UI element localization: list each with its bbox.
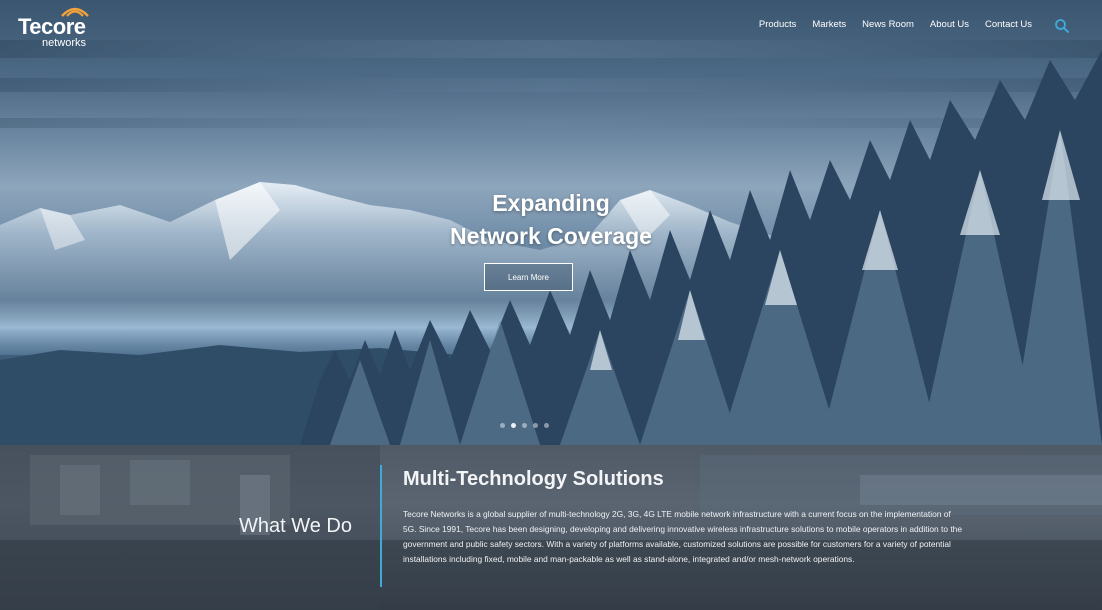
slider-dot-1[interactable] <box>500 423 505 428</box>
slider-dot-4[interactable] <box>533 423 538 428</box>
nav-products[interactable]: Products <box>759 19 797 30</box>
nav-markets[interactable]: Markets <box>812 19 846 30</box>
slider-dots <box>500 423 549 428</box>
nav-news-room[interactable]: News Room <box>862 19 914 30</box>
section-divider <box>380 465 382 587</box>
solutions-description: Tecore Networks is a global supplier of … <box>403 509 962 564</box>
hero-title-line2: Network Coverage <box>450 223 652 249</box>
slider-dot-5[interactable] <box>544 423 549 428</box>
solutions-title: Multi-Technology Solutions <box>403 468 664 490</box>
hero-title-line1: Expanding <box>492 190 610 216</box>
learn-more-button[interactable]: Learn More <box>484 263 573 291</box>
tecore-logo[interactable]: Tecore networks <box>18 6 98 50</box>
slider-dot-3[interactable] <box>522 423 527 428</box>
search-icon[interactable] <box>1054 18 1070 34</box>
logo-subtitle: networks <box>42 37 87 49</box>
nav-contact-us[interactable]: Contact Us <box>985 19 1032 30</box>
what-we-do-heading: What We Do <box>239 515 352 537</box>
hero-banner: Tecore networks Products Markets News Ro… <box>0 0 1102 445</box>
main-navigation: Products Markets News Room About Us Cont… <box>759 19 1032 30</box>
slider-dot-2[interactable] <box>511 423 516 428</box>
nav-about-us[interactable]: About Us <box>930 19 969 30</box>
